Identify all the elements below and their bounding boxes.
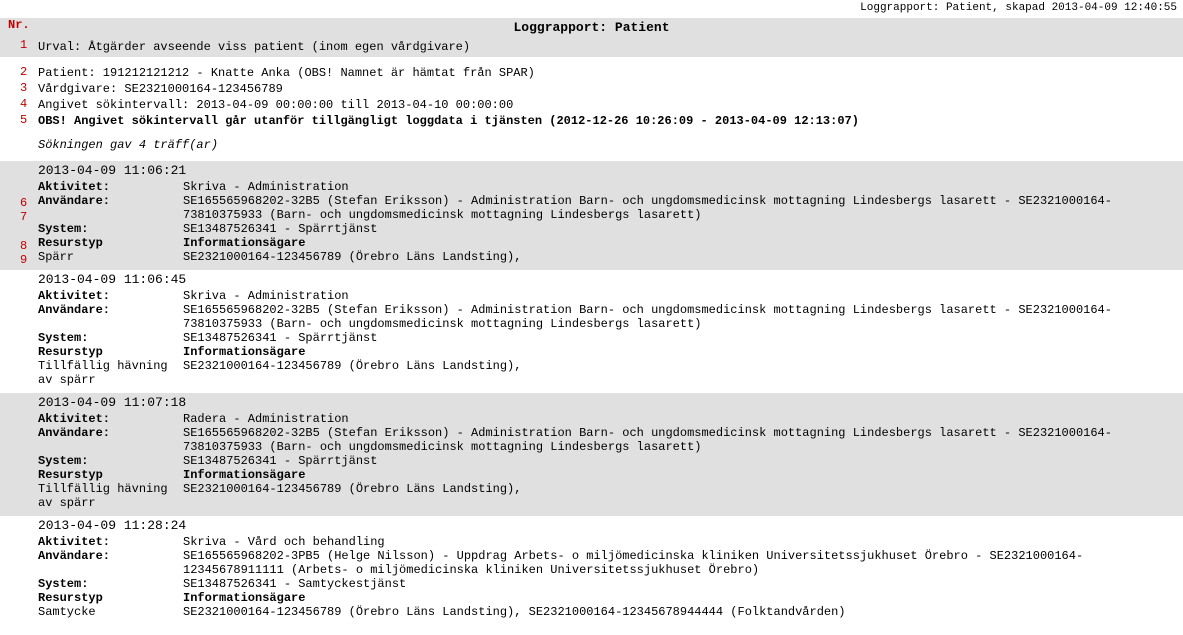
resource-row: Tillfällig hävning av spärrSE2321000164-… [38, 482, 1177, 510]
caregiver-line: Vårdgivare: SE2321000164-123456789 [38, 81, 1177, 97]
entry-timestamp: 2013-04-09 11:06:21 [38, 163, 1177, 178]
system-row: System:SE13487526341 - Spärrtjänst [38, 331, 1177, 345]
field-label: Tillfällig hävning av spärr [38, 359, 183, 387]
field-label: Aktivitet: [38, 180, 183, 194]
field-label: Tillfällig hävning av spärr [38, 482, 183, 510]
patient-line: Patient: 191212121212 - Knatte Anka (OBS… [38, 65, 1177, 81]
user-row: Användare:SE165565968202-3PB5 (Helge Nil… [38, 549, 1177, 577]
log-entry: 2013-04-09 11:06:45 Aktivitet:Skriva - Ad… [0, 270, 1183, 393]
field-label: System: [38, 577, 183, 591]
field-label: Spärr [38, 250, 183, 264]
line-number-4: 4 [20, 97, 27, 111]
field-value: SE165565968202-32B5 (Stefan Eriksson) - … [183, 426, 1177, 454]
activity-row: Aktivitet:Skriva - Administration [38, 289, 1177, 303]
field-value: SE2321000164-123456789 (Örebro Läns Land… [183, 359, 1177, 373]
activity-row: Aktivitet:Skriva - Vård och behandling [38, 535, 1177, 549]
entry-timestamp: 2013-04-09 11:07:18 [38, 395, 1177, 410]
line-number-5: 5 [20, 113, 27, 127]
field-value: Skriva - Vård och behandling [183, 535, 1177, 549]
field-label: Användare: [38, 549, 183, 563]
field-label: Aktivitet: [38, 289, 183, 303]
field-label: Användare: [38, 194, 183, 208]
user-row: Användare:SE165565968202-32B5 (Stefan Er… [38, 194, 1177, 222]
field-label: Samtycke [38, 605, 183, 619]
field-label: Aktivitet: [38, 535, 183, 549]
field-value: SE165565968202-32B5 (Stefan Eriksson) - … [183, 303, 1177, 331]
field-value: Informationsägare [183, 345, 1177, 359]
field-label: Resurstyp [38, 345, 183, 359]
field-value: SE165565968202-3PB5 (Helge Nilsson) - Up… [183, 549, 1177, 577]
field-value: Informationsägare [183, 591, 1177, 605]
header-timestamp: Loggrapport: Patient, skapad 2013-04-09 … [860, 2, 1177, 14]
field-label: System: [38, 222, 183, 236]
field-label: Användare: [38, 303, 183, 317]
system-row: System:SE13487526341 - Spärrtjänst [38, 222, 1177, 236]
entry-timestamp: 2013-04-09 11:28:24 [38, 518, 1177, 533]
resourcetype-header-row: ResurstypInformationsägare [38, 236, 1177, 250]
field-label: Aktivitet: [38, 412, 183, 426]
field-label: Användare: [38, 426, 183, 440]
field-value: SE13487526341 - Samtyckestjänst [183, 577, 1177, 591]
field-value: Informationsägare [183, 468, 1177, 482]
field-label: System: [38, 454, 183, 468]
field-value: SE13487526341 - Spärrtjänst [183, 331, 1177, 345]
content: Loggrapport: Patient Urval: Åtgärder avs… [0, 0, 1183, 625]
page: Loggrapport: Patient, skapad 2013-04-09 … [0, 0, 1183, 635]
resourcetype-header-row: ResurstypInformationsägare [38, 345, 1177, 359]
entries-list: 2013-04-09 11:06:21Aktivitet:Skriva - Ad… [0, 161, 1183, 625]
field-value: Skriva - Administration [183, 180, 1177, 194]
line-number-6: 6 [20, 196, 27, 210]
field-value: SE2321000164-123456789 (Örebro Läns Land… [183, 250, 1177, 264]
report-title: Loggrapport: Patient [0, 18, 1183, 37]
interval-line: Angivet sökintervall: 2013-04-09 00:00:0… [38, 97, 1177, 113]
line-number-7: 7 [20, 210, 27, 224]
field-label: Resurstyp [38, 236, 183, 250]
field-value: SE2321000164-123456789 (Örebro Läns Land… [183, 482, 1177, 496]
obs-warning-line: OBS! Angivet sökintervall går utanför ti… [38, 113, 1177, 129]
field-value: SE13487526341 - Spärrtjänst [183, 454, 1177, 468]
resourcetype-header-row: ResurstypInformationsägare [38, 591, 1177, 605]
line-number-1: 1 [20, 38, 27, 52]
field-label: Resurstyp [38, 468, 183, 482]
field-value: SE13487526341 - Spärrtjänst [183, 222, 1177, 236]
log-entry: 2013-04-09 11:06:21 Aktivitet:Skriva - Ad… [0, 161, 1183, 270]
field-value: Informationsägare [183, 236, 1177, 250]
field-value: Radera - Administration [183, 412, 1177, 426]
resource-row: SpärrSE2321000164-123456789 (Örebro Läns… [38, 250, 1177, 264]
field-value: Skriva - Administration [183, 289, 1177, 303]
resource-row: Tillfällig hävning av spärrSE2321000164-… [38, 359, 1177, 387]
line-number-9: 9 [20, 253, 27, 267]
line-number-8: 8 [20, 239, 27, 253]
field-label: Resurstyp [38, 591, 183, 605]
line-number-3: 3 [20, 81, 27, 95]
field-value: SE2321000164-123456789 (Örebro Läns Land… [183, 605, 1177, 619]
user-row: Användare:SE165565968202-32B5 (Stefan Er… [38, 426, 1177, 454]
line-number-2: 2 [20, 65, 27, 79]
log-entry: 2013-04-09 11:07:18 Aktivitet:Radera - Ad… [0, 393, 1183, 516]
field-label: System: [38, 331, 183, 345]
log-entry: 2013-04-09 11:28:24 Aktivitet:Skriva - Vå… [0, 516, 1183, 625]
activity-row: Aktivitet:Radera - Administration [38, 412, 1177, 426]
selection-line: Urval: Åtgärder avseende viss patient (i… [0, 37, 1183, 57]
system-row: System:SE13487526341 - Samtyckestjänst [38, 577, 1177, 591]
activity-row: Aktivitet:Skriva - Administration [38, 180, 1177, 194]
resourcetype-header-row: ResurstypInformationsägare [38, 468, 1177, 482]
field-value: SE165565968202-32B5 (Stefan Eriksson) - … [183, 194, 1177, 222]
entry-timestamp: 2013-04-09 11:06:45 [38, 272, 1177, 287]
nr-column-header: Nr. [8, 18, 30, 32]
user-row: Användare:SE165565968202-32B5 (Stefan Er… [38, 303, 1177, 331]
hit-count-line: Sökningen gav 4 träff(ar) [38, 137, 1177, 153]
resource-row: SamtyckeSE2321000164-123456789 (Örebro L… [38, 605, 1177, 619]
system-row: System:SE13487526341 - Spärrtjänst [38, 454, 1177, 468]
